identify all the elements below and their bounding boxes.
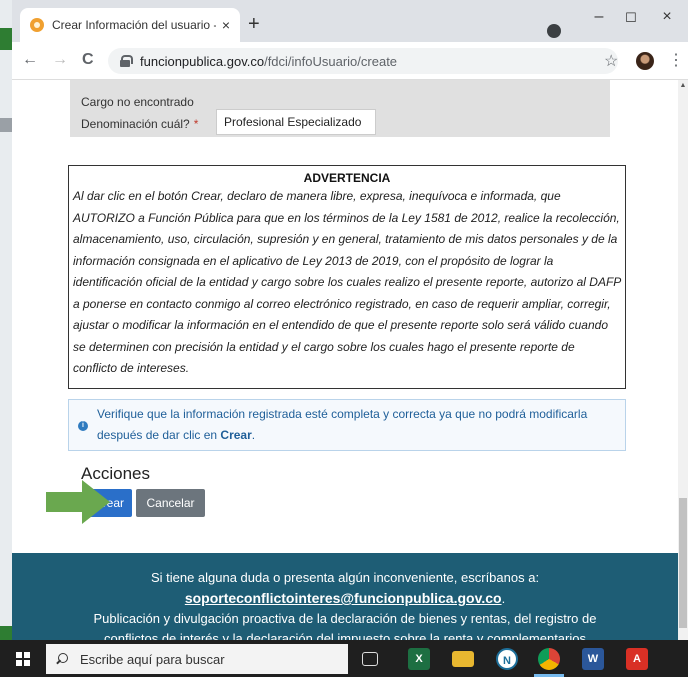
denomination-label-text: Denominación cuál?: [81, 117, 190, 131]
reload-icon[interactable]: C: [82, 51, 94, 69]
background-window-strip: [0, 0, 12, 640]
page-scrollbar[interactable]: ▲: [678, 80, 688, 640]
windows-start-icon[interactable]: [16, 652, 30, 666]
footer-help-text: Si tiene alguna duda o presenta algún in…: [150, 570, 540, 585]
title-bar: Crear Información del usuario - S × + – …: [12, 0, 688, 42]
extension-icon[interactable]: [547, 24, 561, 38]
info-alert: i Verifique que la información registrad…: [68, 399, 626, 451]
support-email-link[interactable]: soporteconflictointeres@funcionpublica.g…: [185, 590, 502, 606]
warning-text: Al dar clic en el botón Crear, declaro d…: [73, 189, 621, 375]
tab-title: Crear Información del usuario - S: [52, 18, 216, 32]
new-tab-icon[interactable]: +: [248, 14, 260, 34]
bookmark-star-icon[interactable]: ☆: [604, 51, 618, 71]
screen: Crear Información del usuario - S × + – …: [0, 0, 688, 677]
scrollbar-thumb[interactable]: [679, 498, 687, 628]
warning-title: ADVERTENCIA: [303, 171, 391, 185]
maximize-button[interactable]: ☐: [616, 10, 646, 26]
app-n-icon[interactable]: N: [496, 648, 518, 670]
chrome-icon[interactable]: [538, 648, 560, 670]
cargo-not-found-message: Cargo no encontrado: [81, 95, 194, 109]
search-icon: [56, 653, 68, 665]
warning-box: ADVERTENCIA Al dar clic en el botón Crea…: [68, 165, 626, 389]
close-tab-icon[interactable]: ×: [222, 17, 230, 33]
task-view-icon[interactable]: [362, 652, 378, 666]
footer-publication-text-2: conflictos de interés y la declaración d…: [104, 631, 586, 640]
close-window-button[interactable]: ×: [652, 8, 682, 26]
footer-email-suffix: .: [501, 591, 506, 606]
browser-tab[interactable]: Crear Información del usuario - S ×: [20, 8, 240, 42]
background-window-tab: [0, 28, 12, 50]
info-text: Verifique que la información registrada …: [97, 404, 617, 446]
taskbar-search-input[interactable]: Escribe aquí para buscar: [46, 644, 348, 674]
cancel-button[interactable]: Cancelar: [136, 489, 205, 517]
footer-email-line: soporteconflictointeres@funcionpublica.g…: [12, 588, 678, 609]
url-path: /fdci/infoUsuario/create: [264, 53, 398, 69]
back-icon[interactable]: ←: [22, 51, 38, 69]
info-text-main: Verifique que la información registrada …: [97, 407, 588, 442]
site-favicon-icon: [30, 18, 44, 32]
word-icon[interactable]: W: [582, 648, 604, 670]
info-text-end: .: [251, 428, 256, 442]
address-bar: ← → C funcionpublica.gov.co /fdci/infoUs…: [12, 42, 688, 80]
page-footer: Si tiene alguna duda o presenta algún in…: [12, 553, 678, 640]
form-panel: Cargo no encontrado Denominación cuál? * …: [70, 80, 610, 137]
annotation-arrow-icon: [46, 480, 110, 524]
denomination-input[interactable]: Profesional Especializado: [216, 109, 376, 135]
file-explorer-icon[interactable]: [452, 651, 474, 667]
excel-icon[interactable]: X: [408, 648, 430, 670]
info-text-bold: Crear: [220, 428, 252, 442]
acrobat-icon[interactable]: A: [626, 648, 648, 670]
scroll-up-icon[interactable]: ▲: [678, 82, 688, 89]
url-host: funcionpublica.gov.co: [140, 53, 265, 69]
minimize-button[interactable]: –: [584, 8, 614, 26]
url-input[interactable]: funcionpublica.gov.co /fdci/infoUsuario/…: [108, 48, 618, 74]
search-placeholder: Escribe aquí para buscar: [80, 651, 225, 667]
forward-icon[interactable]: →: [52, 51, 68, 69]
page-content: Cargo no encontrado Denominación cuál? * …: [12, 80, 678, 640]
lock-icon: [120, 55, 133, 67]
footer-publication-text: Publicación y divulgación proactiva de l…: [93, 611, 597, 626]
profile-avatar[interactable]: [636, 52, 654, 70]
browser-window: Crear Información del usuario - S × + – …: [12, 0, 688, 640]
background-window-marker: [0, 118, 12, 132]
required-mark: *: [193, 117, 199, 131]
windows-taskbar: Escribe aquí para buscar X N W A: [0, 640, 688, 677]
info-icon: i: [78, 421, 88, 431]
denomination-label: Denominación cuál? *: [81, 117, 198, 131]
browser-menu-icon[interactable]: ⋮: [668, 50, 684, 70]
background-window-tab: [0, 626, 12, 640]
